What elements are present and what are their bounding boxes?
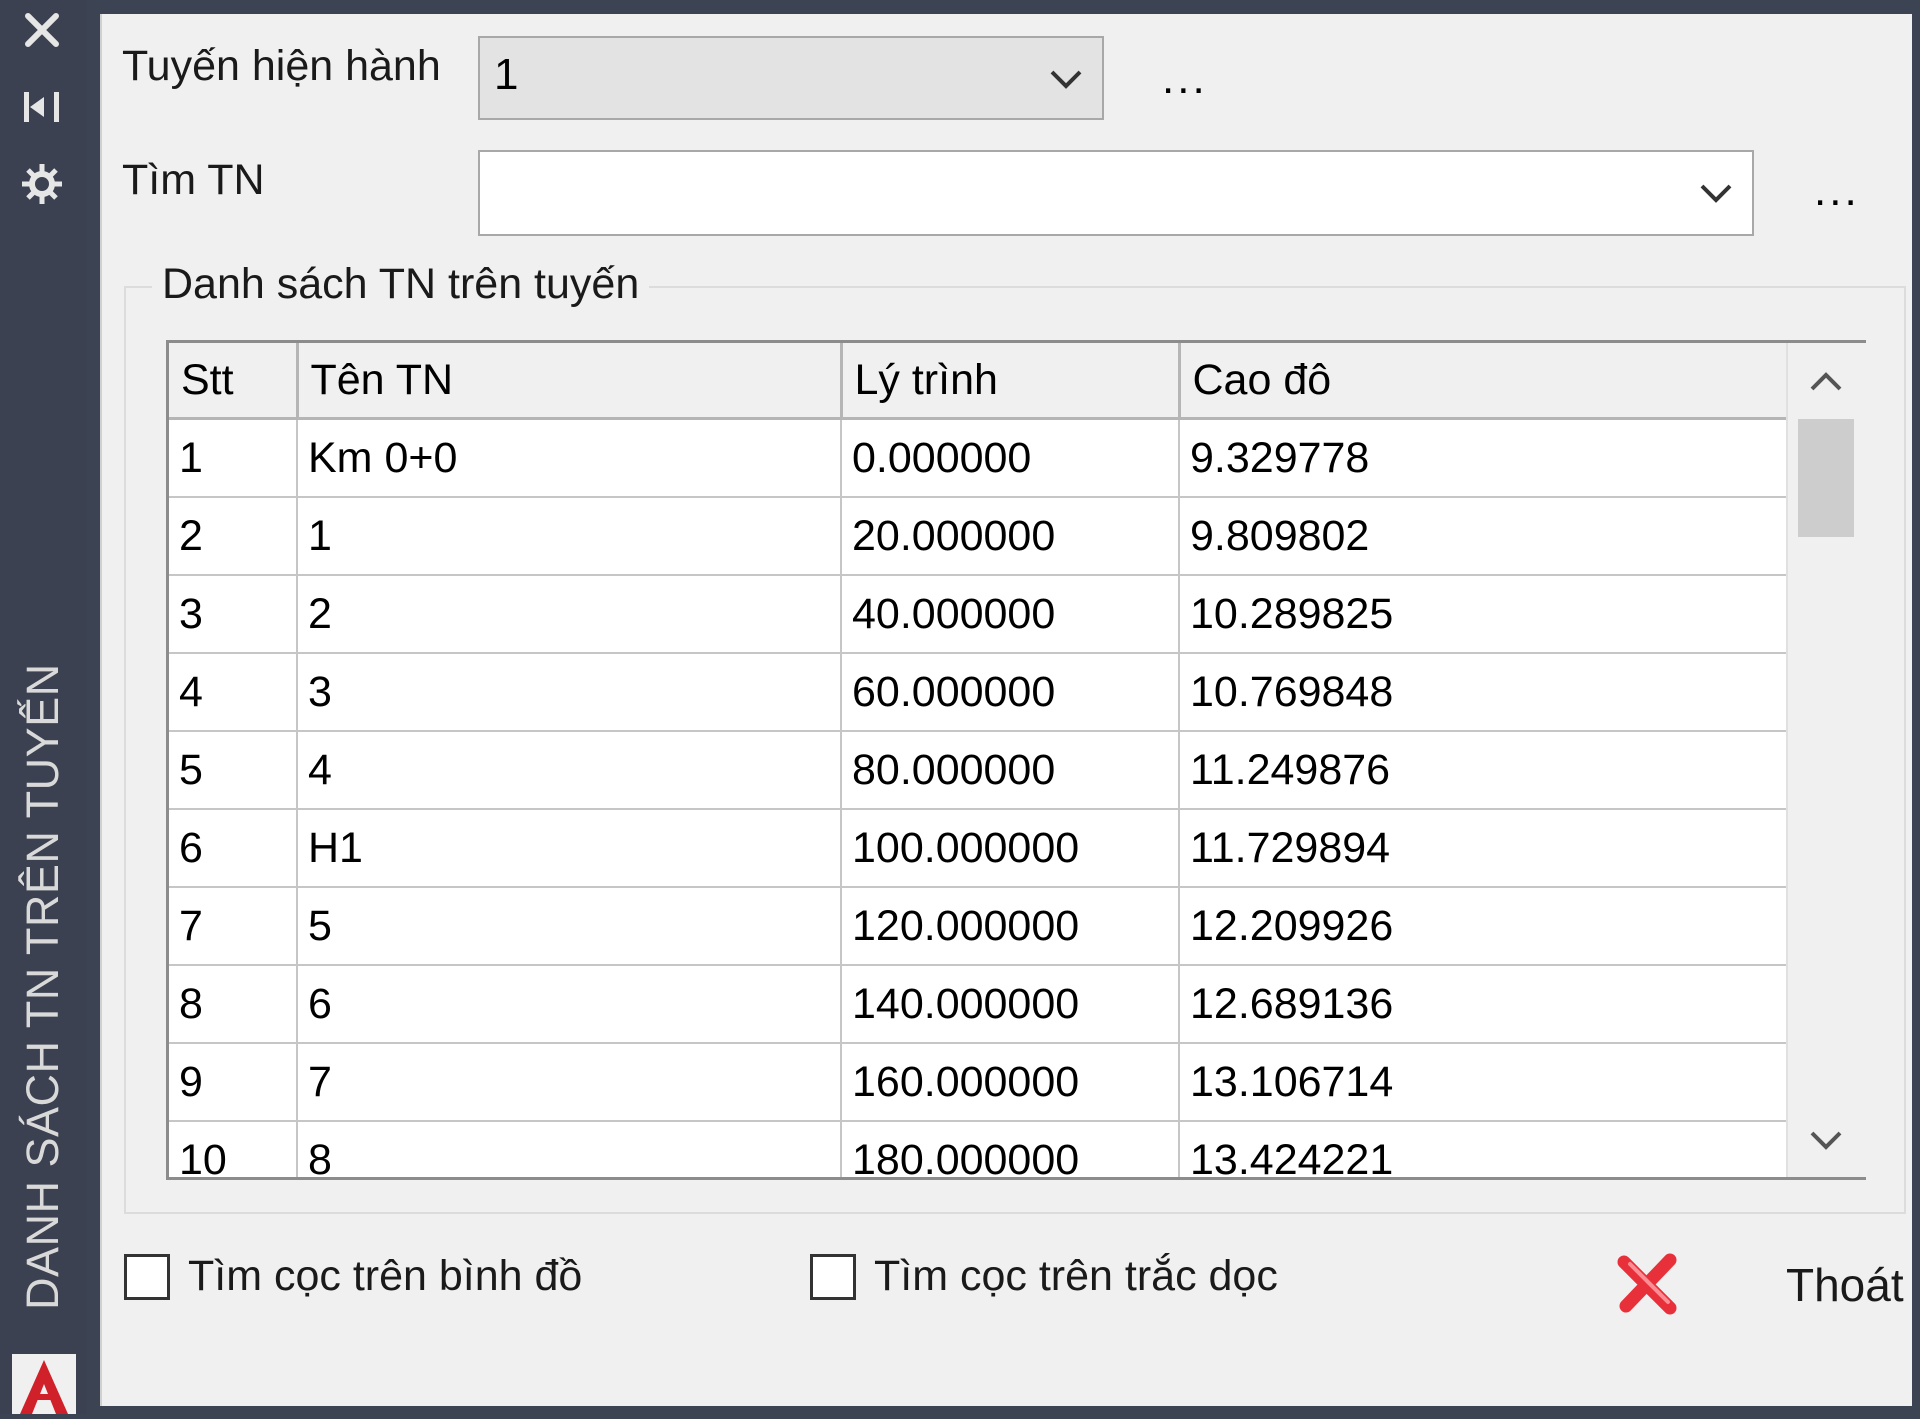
route-select-value: 1 (494, 50, 519, 99)
vertical-scrollbar[interactable] (1786, 343, 1866, 1177)
cell-name: 6 (297, 965, 842, 1044)
table-row[interactable]: 9 7 160.000000 13.106714 (169, 1043, 1790, 1122)
autohide-icon[interactable] (14, 80, 70, 136)
cell-stt: 4 (169, 653, 298, 732)
cell-chainage: 140.000000 (841, 965, 1180, 1044)
table-header-row: Stt Tên TN Lý trình Cao đô (169, 343, 1791, 420)
exit-button[interactable]: Thoát (1502, 1238, 1920, 1348)
stations-grid[interactable]: Stt Tên TN Lý trình Cao đô 1 Km 0+0 0.00… (166, 340, 1866, 1180)
chevron-down-icon (1696, 172, 1736, 212)
table-row[interactable]: 2 1 20.000000 9.809802 (169, 497, 1790, 576)
cell-name: 1 (297, 497, 842, 576)
table-row[interactable]: 6 H1 100.000000 11.729894 (169, 809, 1790, 888)
dialog-panel: Tuyến hiện hành 1 ... Tìm TN ... Danh sá… (100, 14, 1912, 1406)
cell-chainage: 100.000000 (841, 809, 1180, 888)
cell-chainage: 160.000000 (841, 1043, 1180, 1122)
delete-cross-icon (1612, 1248, 1684, 1320)
cell-chainage: 60.000000 (841, 653, 1180, 732)
cell-stt: 10 (169, 1121, 298, 1177)
scroll-down-icon[interactable] (1804, 1119, 1848, 1163)
cell-stt: 6 (169, 809, 298, 888)
cell-name: Km 0+0 (297, 418, 842, 498)
find-on-profile-checkbox[interactable] (810, 1254, 856, 1300)
cell-chainage: 40.000000 (841, 575, 1180, 654)
cell-stt: 1 (169, 418, 298, 498)
properties-icon[interactable] (14, 158, 70, 214)
table-row[interactable]: 3 2 40.000000 10.289825 (169, 575, 1790, 654)
cell-chainage: 20.000000 (841, 497, 1180, 576)
search-combobox[interactable] (478, 150, 1754, 236)
cell-stt: 9 (169, 1043, 298, 1122)
search-label: Tìm TN (122, 156, 265, 204)
cell-chainage: 0.000000 (841, 418, 1180, 498)
cell-elevation: 12.689136 (1179, 965, 1790, 1044)
table-row[interactable]: 10 8 180.000000 13.424221 (169, 1121, 1790, 1177)
cell-name: 8 (297, 1121, 842, 1177)
stations-table: Stt Tên TN Lý trình Cao đô 1 Km 0+0 0.00… (169, 343, 1791, 1177)
find-on-plan-label[interactable]: Tìm cọc trên bình đồ (188, 1252, 582, 1301)
palette-titlebar: DANH SÁCH TN TRÊN TUYẾN (0, 0, 86, 1414)
cell-elevation: 10.289825 (1179, 575, 1790, 654)
cell-name: 3 (297, 653, 842, 732)
cell-elevation: 11.729894 (1179, 809, 1790, 888)
cell-stt: 8 (169, 965, 298, 1044)
cell-elevation: 11.249876 (1179, 731, 1790, 810)
cell-elevation: 10.769848 (1179, 653, 1790, 732)
column-header-chainage[interactable]: Lý trình (841, 343, 1181, 420)
cell-stt: 2 (169, 497, 298, 576)
chevron-down-icon (1046, 58, 1086, 98)
cell-name: H1 (297, 809, 842, 888)
cell-chainage: 120.000000 (841, 887, 1180, 966)
route-label: Tuyến hiện hành (122, 42, 441, 90)
table-row[interactable]: 7 5 120.000000 12.209926 (169, 887, 1790, 966)
route-select[interactable]: 1 (478, 36, 1104, 120)
table-row[interactable]: 5 4 80.000000 11.249876 (169, 731, 1790, 810)
scroll-up-icon[interactable] (1804, 359, 1848, 403)
route-more-button[interactable]: ... (1162, 54, 1208, 104)
cell-elevation: 9.809802 (1179, 497, 1790, 576)
find-on-profile-label[interactable]: Tìm cọc trên trắc dọc (874, 1252, 1278, 1301)
palette-title: DANH SÁCH TN TRÊN TUYẾN (17, 663, 68, 1310)
cell-elevation: 13.424221 (1179, 1121, 1790, 1177)
exit-button-label: Thoát (1786, 1259, 1904, 1311)
cell-name: 7 (297, 1043, 842, 1122)
cell-chainage: 180.000000 (841, 1121, 1180, 1177)
find-on-plan-checkbox[interactable] (124, 1254, 170, 1300)
scroll-thumb[interactable] (1798, 419, 1854, 537)
search-more-button[interactable]: ... (1814, 166, 1860, 216)
cell-elevation: 9.329778 (1179, 418, 1790, 498)
cell-stt: 3 (169, 575, 298, 654)
cell-stt: 7 (169, 887, 298, 966)
cell-chainage: 80.000000 (841, 731, 1180, 810)
column-header-elevation[interactable]: Cao đô (1179, 343, 1791, 420)
column-header-stt[interactable]: Stt (169, 343, 299, 420)
stations-group-title: Danh sách TN trên tuyến (152, 260, 650, 309)
table-row[interactable]: 8 6 140.000000 12.689136 (169, 965, 1790, 1044)
cell-elevation: 12.209926 (1179, 887, 1790, 966)
close-icon[interactable] (14, 4, 70, 60)
cell-name: 5 (297, 887, 842, 966)
cell-name: 4 (297, 731, 842, 810)
app-logo-icon (12, 1354, 76, 1414)
cell-stt: 5 (169, 731, 298, 810)
column-header-name[interactable]: Tên TN (297, 343, 843, 420)
table-row[interactable]: 1 Km 0+0 0.000000 9.329778 (169, 418, 1790, 498)
cell-name: 2 (297, 575, 842, 654)
cell-elevation: 13.106714 (1179, 1043, 1790, 1122)
table-row[interactable]: 4 3 60.000000 10.769848 (169, 653, 1790, 732)
